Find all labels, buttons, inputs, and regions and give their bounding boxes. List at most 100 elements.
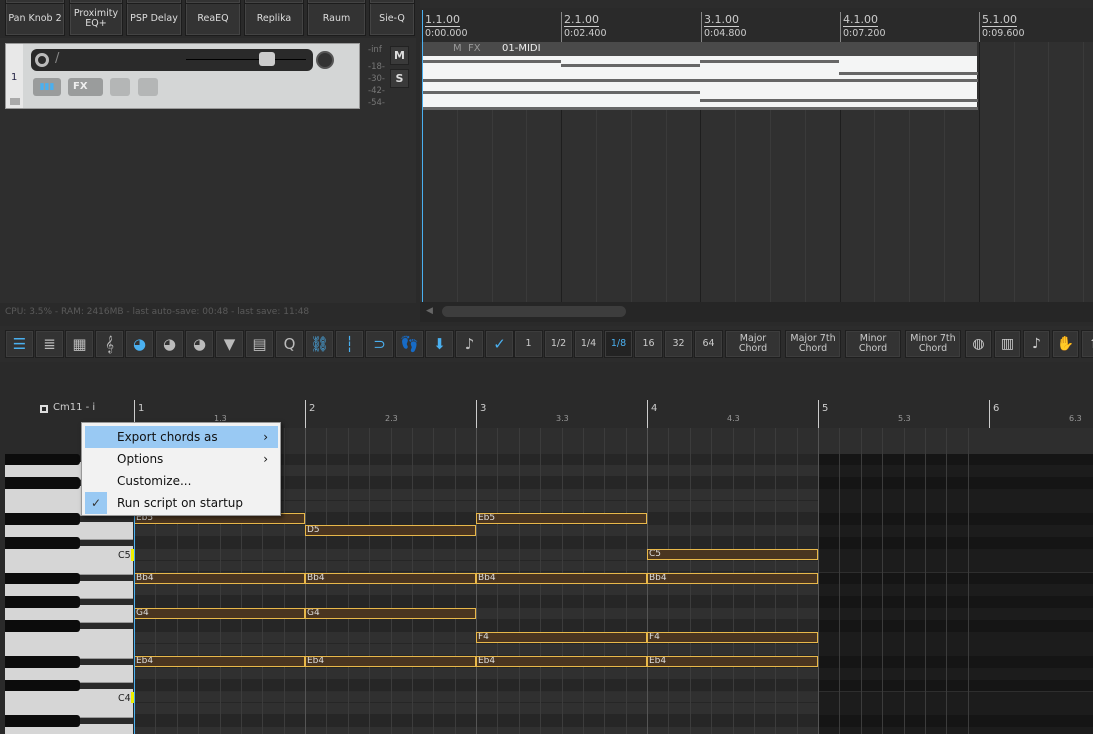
fx-button-4[interactable]: Replika [244, 2, 304, 36]
fx-button-5[interactable]: Raum [307, 2, 366, 36]
insert-icon[interactable]: ⬇ [425, 330, 454, 358]
fx-button-6[interactable]: Sie-Q [369, 2, 415, 36]
black-key[interactable] [5, 620, 80, 632]
grid-16-button[interactable]: 16 [634, 330, 663, 358]
fx-button-top-0[interactable] [5, 0, 65, 4]
drum-icon[interactable]: ◍ [965, 330, 992, 358]
fx-button-0[interactable]: Pan Knob 2 [5, 2, 65, 36]
chord-button-3[interactable]: Minor 7th Chord [905, 330, 961, 358]
event-list-mode-icon[interactable]: ▦ [65, 330, 94, 358]
solo-button[interactable]: S [390, 69, 409, 88]
mini-note [422, 59, 561, 63]
magnet-snap-icon[interactable]: ⊃ [365, 330, 394, 358]
piano-keys-icon[interactable]: ▥ [994, 330, 1021, 358]
timeline-ruler[interactable]: 1.1.00 0:00.000 2.1.00 0:02.400 3.1.00 0:04.8… [420, 8, 1093, 42]
grid-1-8-button[interactable]: 1/8 [604, 330, 633, 358]
color-map-icon[interactable]: ♪ [1023, 330, 1050, 358]
midi-note[interactable]: Eb5 [476, 513, 647, 524]
black-key[interactable] [5, 655, 80, 668]
color-track-icon[interactable]: ◕ [155, 330, 184, 358]
link-icon[interactable]: ⛓ [305, 330, 334, 358]
midi-note[interactable]: Bb4 [647, 572, 818, 584]
color-notes-icon[interactable]: ◕ [125, 330, 154, 358]
grid-64-button[interactable]: 64 [694, 330, 723, 358]
envelope-icon[interactable] [110, 78, 130, 96]
grid-1-2-button[interactable]: 1/2 [544, 330, 573, 358]
midi-item[interactable]: M FX 01-MIDI [422, 42, 978, 110]
track-name-bar[interactable]: / [31, 49, 313, 71]
grid-1-4-button[interactable]: 1/4 [574, 330, 603, 358]
midi-note[interactable]: Eb4 [134, 655, 305, 667]
fx-button-top-4[interactable]: Snipper [244, 0, 304, 4]
fx-button-top-6[interactable] [369, 0, 415, 4]
chord-button-1[interactable]: Major 7th Chord [785, 330, 841, 358]
horizontal-scrollbar[interactable]: ◀ [420, 302, 1093, 322]
grid-1-button[interactable]: 1 [514, 330, 543, 358]
black-key[interactable] [5, 715, 80, 728]
menu-item-0[interactable]: Export chords as › [85, 426, 278, 448]
midi-note[interactable]: D5 [305, 524, 476, 536]
black-key[interactable] [5, 536, 80, 549]
fx-button-top-5[interactable] [307, 0, 366, 4]
folder-icon[interactable] [10, 98, 20, 105]
menu-item-3[interactable]: Run script on startup ✓ [85, 492, 278, 514]
named-notes-mode-icon[interactable]: ≣ [35, 330, 64, 358]
note-length-icon[interactable]: ♪ [455, 330, 484, 358]
cc-lanes-icon[interactable]: ▤ [245, 330, 274, 358]
quantize-icon[interactable]: Q [275, 330, 304, 358]
record-arm-icon[interactable] [35, 53, 49, 67]
black-key[interactable] [5, 596, 80, 609]
fx-button-top-3[interactable]: Tools [185, 0, 241, 4]
midi-note[interactable]: Eb4 [476, 655, 647, 667]
midi-note[interactable]: G4 [305, 608, 476, 620]
menu-item-1[interactable]: Options › [85, 448, 278, 470]
filter-icon[interactable]: ▼ [215, 330, 244, 358]
mute-button[interactable]: M [390, 46, 409, 65]
mini-note [700, 106, 839, 110]
hand-scroll-icon[interactable]: ✋ [1052, 330, 1079, 358]
black-key[interactable] [5, 477, 80, 490]
piano-roll-mode-icon[interactable]: ☰ [5, 330, 34, 358]
more-icon[interactable]: ⇧ [1081, 330, 1093, 358]
chord-button-0[interactable]: Major Chord [725, 330, 781, 358]
menu-item-2[interactable]: Customize... [85, 470, 278, 492]
item-mute-button[interactable]: M [453, 43, 462, 54]
scrollbar-thumb[interactable] [442, 306, 626, 317]
midi-note[interactable]: Eb4 [647, 655, 818, 667]
check-icon[interactable]: ✓ [485, 330, 514, 358]
input-icon[interactable] [138, 78, 158, 96]
arrange-view[interactable]: 1.1.00 0:00.000 2.1.00 0:02.400 3.1.00 0:04.8… [420, 0, 1093, 322]
midi-note[interactable]: Eb4 [305, 655, 476, 667]
fx-button-top-2[interactable] [126, 0, 182, 4]
fx-button-top-1[interactable] [69, 0, 123, 4]
chord-checkbox[interactable] [40, 405, 48, 413]
midi-note[interactable]: C5 [647, 548, 818, 560]
midi-note[interactable]: Bb4 [305, 572, 476, 584]
notation-mode-icon[interactable]: 𝄞 [95, 330, 124, 358]
fx-button-2[interactable]: PSP Delay [126, 2, 182, 36]
chord-button-2[interactable]: Minor Chord [845, 330, 901, 358]
color-velocity-icon[interactable]: ◕ [185, 330, 214, 358]
black-key[interactable] [5, 513, 80, 525]
midi-note[interactable]: Bb4 [476, 572, 647, 584]
fx-button[interactable]: FX [68, 78, 103, 96]
midi-note[interactable]: G4 [134, 608, 305, 620]
midi-note[interactable]: F4 [647, 632, 818, 643]
black-key[interactable] [5, 679, 80, 692]
midi-note[interactable]: F4 [476, 632, 647, 643]
black-key[interactable] [5, 572, 80, 585]
black-key[interactable] [5, 453, 80, 466]
volume-slider-handle[interactable] [259, 52, 275, 66]
grid-icon[interactable]: ┆ [335, 330, 364, 358]
fx-button-1[interactable]: Proximity EQ+ [69, 2, 123, 36]
track-control-panel[interactable]: 1 / ▮▮▮ FX [5, 43, 360, 109]
grid-32-button[interactable]: 32 [664, 330, 693, 358]
midi-note[interactable]: Bb4 [134, 572, 305, 584]
pan-knob[interactable] [316, 51, 334, 69]
phase-icon[interactable]: / [55, 51, 59, 66]
fx-button-3[interactable]: ReaEQ [185, 2, 241, 36]
io-button[interactable]: ▮▮▮ [33, 78, 61, 96]
volume-slider[interactable] [186, 59, 306, 60]
step-input-icon[interactable]: 👣 [395, 330, 424, 358]
item-fx-button[interactable]: FX [468, 43, 481, 54]
